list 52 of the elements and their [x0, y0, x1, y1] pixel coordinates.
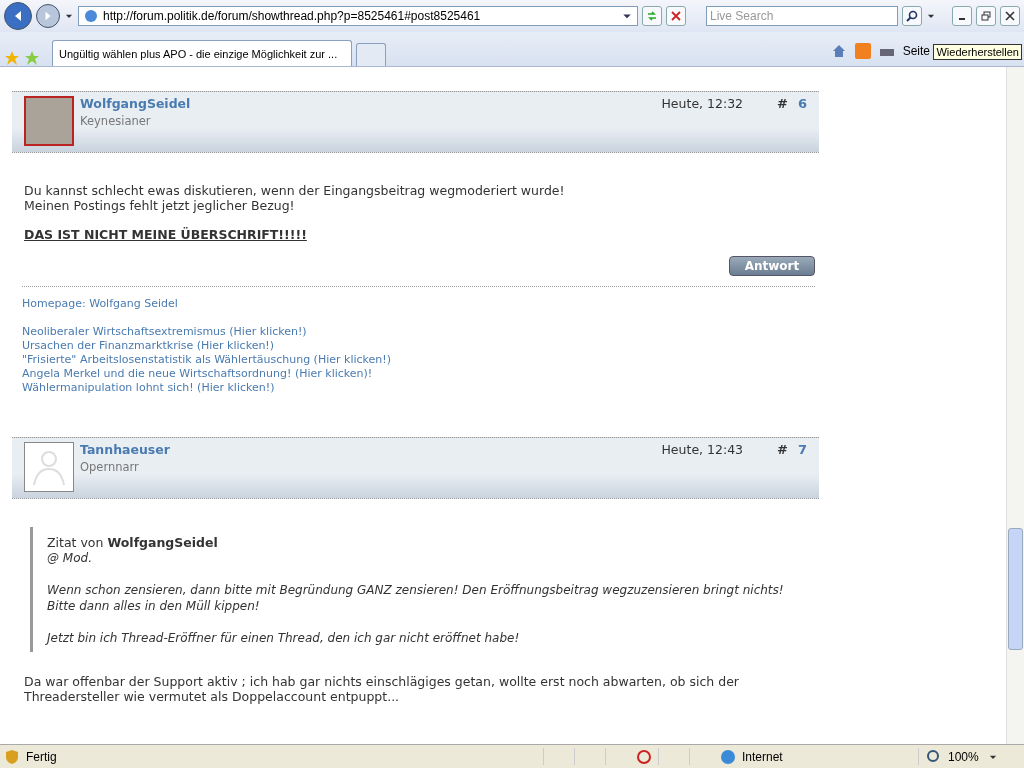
star-icon[interactable]	[4, 50, 20, 66]
search-icon	[906, 10, 918, 22]
restore-icon	[981, 11, 991, 21]
search-button[interactable]	[902, 6, 922, 26]
post-time: Heute, 12:32	[661, 96, 744, 111]
quote-text: Wenn schon zensieren, dann bitte mit Begründung GANZ zensieren! Den Eröffnungsbeitrag wegzuzensieren bringt nichts! Bitte dann alles in den Müll kippen!	[47, 582, 785, 614]
browser-tab[interactable]: Ungültig wählen plus APO - die einzige Möglichkeit zur ...	[52, 40, 352, 66]
forward-arrow-icon	[43, 11, 53, 21]
refresh-icon	[646, 10, 658, 22]
signature-link[interactable]: Angela Merkel und die neue Wirtschaftsordnung! (Hier klicken)!	[22, 367, 815, 381]
user-rank: Keynesianer	[80, 114, 152, 128]
minimize-icon	[958, 18, 966, 20]
quote-text: Jetzt bin ich Thread-Eröffner für einen Thread, den ich gar nicht eröffnet habe!	[47, 630, 521, 646]
zone-text: Internet	[742, 749, 784, 764]
quote-attribution: Zitat von WolfgangSeidel	[47, 535, 219, 550]
shield-icon	[4, 748, 20, 765]
post-text: Du kannst schlecht ewas diskutieren, wenn der Eingangsbeitrag wegmoderiert wurde! Meinen Postings fehlt jetzt jeglicher Bezug!	[24, 183, 566, 213]
signature-link[interactable]: Neoliberaler Wirtschaftsextremismus (Hier klicken!)	[22, 325, 815, 339]
back-button[interactable]	[4, 2, 32, 30]
post-hash: #	[777, 96, 788, 111]
homepage-link[interactable]: Homepage: Wolfgang Seidel	[22, 297, 815, 311]
zoom-level[interactable]: 100%	[948, 749, 982, 764]
post-hash: #	[777, 442, 788, 457]
page-menu[interactable]: Seite	[902, 44, 930, 58]
signature-link[interactable]: Ursachen der Finanzmarktkrise (Hier klicken!)	[22, 339, 815, 353]
close-button[interactable]	[1000, 6, 1020, 26]
post-text: Da war offenbar der Support aktiv ; ich hab gar nichts einschlägiges getan, wollte erst noch abwarten, ob sich der Threadersteller wie vermutet als Doppelaccount entpuppt...	[24, 674, 740, 704]
author-link[interactable]: WolfgangSeidel	[80, 96, 656, 111]
post-number-link[interactable]: 6	[797, 96, 807, 111]
star-plus-icon[interactable]	[24, 50, 40, 66]
status-text: Fertig	[26, 749, 58, 764]
author-link[interactable]: Tannhaeuser	[80, 442, 656, 457]
forward-button[interactable]	[36, 4, 60, 28]
stop-icon	[671, 11, 681, 21]
signature-link[interactable]: Wählermanipulation lohnt sich! (Hier klicken!)	[22, 381, 815, 395]
address-text: http://forum.politik.de/forum/showthread.php?p=8525461#post8525461	[103, 9, 482, 23]
signature-link[interactable]: "Frisierte" Arbeitslosenstatistik als Wählertäuschung (Hier klicken!)	[22, 353, 815, 367]
tooltip: Wiederherstellen	[933, 44, 1022, 60]
address-field[interactable]: http://forum.politik.de/forum/showthread.php?p=8525461#post8525461	[78, 6, 638, 26]
user-rank: Opernnarr	[80, 460, 140, 474]
stop-button[interactable]	[666, 6, 686, 26]
search-field[interactable]: Live Search	[706, 6, 898, 26]
post-number-link[interactable]: 7	[797, 442, 807, 457]
minimize-button[interactable]	[952, 6, 972, 26]
scrollbar[interactable]	[1006, 67, 1024, 744]
close-icon	[1005, 11, 1015, 21]
post-time: Heute, 12:43	[661, 442, 744, 457]
post-heading: DAS IST NICHT MEINE ÜBERSCHRIFT!!!!!	[24, 227, 308, 242]
quote-text: @ Mod.	[47, 550, 93, 566]
restore-button[interactable]	[976, 6, 996, 26]
reply-button[interactable]: Antwort	[729, 256, 815, 276]
scroll-thumb[interactable]	[1008, 528, 1023, 650]
